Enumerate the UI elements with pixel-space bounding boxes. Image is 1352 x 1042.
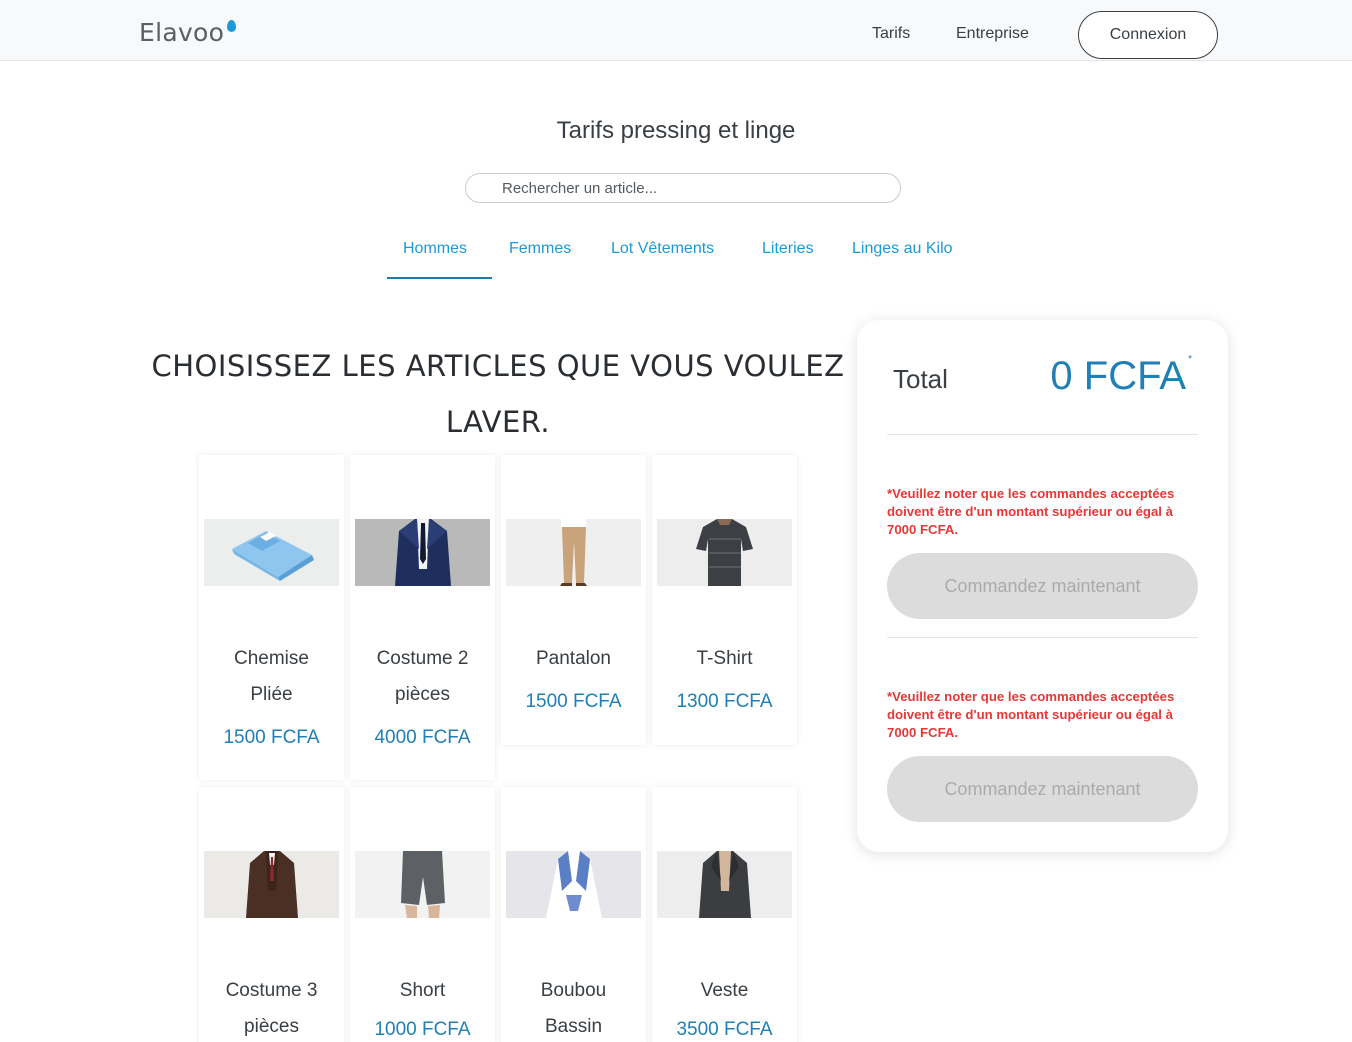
product-price: 1300 FCFA [676,691,773,712]
page-title: Tarifs pressing et linge [556,117,796,144]
total-marker: * [1188,354,1192,365]
product-name: Costume 3 pièces [199,973,344,1042]
tab-linges-au-kilo[interactable]: Linges au Kilo [852,240,953,258]
total-value: 0 FCFA [1050,354,1186,398]
shorts-image [355,851,490,918]
minimum-order-note: *Veuillez noter que les commandes accept… [887,486,1175,537]
three-piece-suit-image [204,851,339,918]
product-name-line: Bassin [544,1016,603,1037]
divider [887,637,1198,638]
product-name-line: Costume 2 [376,648,469,669]
nav-link-entreprise[interactable]: Entreprise [956,25,1029,43]
boubou-image [506,851,641,918]
order-now-button[interactable]: Commandez maintenant [887,756,1198,822]
product-name-line: Boubou [540,980,607,1001]
elavoo-logo[interactable]: Elavoo [139,18,237,47]
product-name: Chemise Pliée [199,641,344,713]
water-drop-icon [227,20,237,32]
order-now-button[interactable]: Commandez maintenant [887,553,1198,619]
product-card[interactable]: Boubou Bassin [501,787,646,1042]
product-card[interactable]: Short 1000 FCFA [350,787,495,1042]
product-name: Costume 2 pièces [350,641,495,713]
section-heading: CHOISISSEZ LES ARTICLES QUE VOUS VOULEZ … [140,338,856,450]
product-name-line: pièces [244,1016,299,1037]
product-card[interactable]: Chemise Pliée 1500 FCFA [199,455,344,780]
divider [887,434,1198,435]
product-name-line: T-Shirt [696,648,753,669]
search-input[interactable] [465,173,901,203]
product-card[interactable]: Veste 3500 FCFA [652,787,797,1042]
product-name: Boubou Bassin [501,973,646,1042]
tshirt-image [657,519,792,586]
product-name: Veste [652,973,797,1009]
product-price: 1500 FCFA [223,727,320,748]
product-name-line: Costume 3 [225,980,318,1001]
tab-literies[interactable]: Literies [762,240,814,258]
product-card[interactable]: Costume 2 pièces 4000 FCFA [350,455,495,780]
product-name-line: Chemise [234,648,309,669]
product-price: 1000 FCFA [374,1019,471,1040]
product-name-line: Short [399,980,446,1001]
tab-lot-vetements[interactable]: Lot Vêtements [611,240,714,258]
top-navbar: Elavoo Tarifs Entreprise Connexion [0,0,1352,61]
login-button[interactable]: Connexion [1078,11,1218,59]
active-tab-indicator [387,277,492,279]
logo-text: Elavoo [139,18,225,47]
product-name: T-Shirt [652,641,797,677]
nav-link-tarifs[interactable]: Tarifs [872,25,910,43]
folded-shirt-image [204,519,339,586]
product-name-line: Pantalon [535,648,611,669]
product-price: 4000 FCFA [374,727,471,748]
trousers-image [506,519,641,586]
product-card[interactable]: Pantalon 1500 FCFA [501,455,646,745]
category-tabs: Hommes Femmes Lot Vêtements Literies Lin… [0,230,1352,280]
suit-image [355,519,490,586]
product-price: 3500 FCFA [676,1019,773,1040]
tab-hommes[interactable]: Hommes [403,240,467,258]
product-name: Pantalon [501,641,646,677]
product-price: 1500 FCFA [525,691,622,712]
tab-femmes[interactable]: Femmes [509,240,571,258]
heading-line: LAVER. [445,405,551,439]
order-summary-panel: Total 0 FCFA * *Veuillez noter que les c… [857,320,1228,852]
product-card[interactable]: Costume 3 pièces [199,787,344,1042]
heading-line: CHOISISSEZ LES ARTICLES QUE VOUS VOULEZ [151,349,845,383]
product-name: Short [350,973,495,1009]
product-name-line: Veste [700,980,749,1001]
minimum-order-note: *Veuillez noter que les commandes accept… [887,689,1175,740]
product-name-line: pièces [395,684,450,705]
blazer-image [657,851,792,918]
product-name-line: Pliée [250,684,293,705]
total-label: Total [893,364,948,394]
product-card[interactable]: T-Shirt 1300 FCFA [652,455,797,745]
